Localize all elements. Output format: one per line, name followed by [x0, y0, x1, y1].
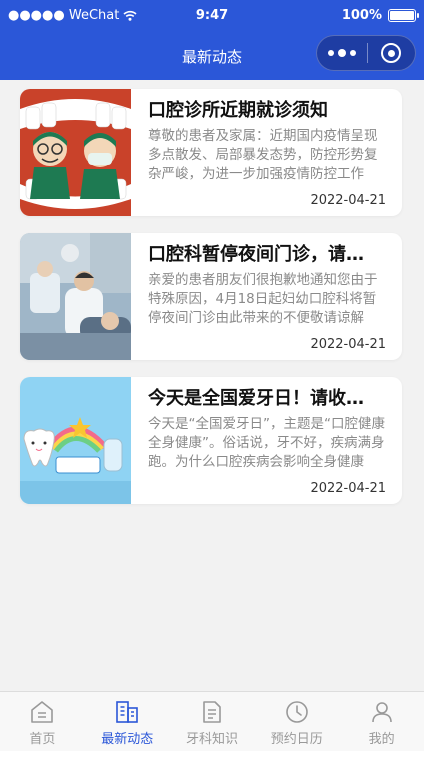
article-date: 2022-04-21: [310, 481, 386, 496]
article-summary: 今天是“全国爱牙日”，主题是“口腔健康 全身健康”。俗话说，牙不好，疾病满身跑。…: [148, 416, 385, 470]
tab-appointment[interactable]: 预约日历: [254, 692, 339, 751]
article-title: 口腔诊所近期就诊须知: [148, 100, 328, 121]
dentist-cartoon-image: [20, 89, 131, 216]
dental-clinic-photo: [20, 233, 131, 360]
home-icon: [31, 701, 54, 723]
tab-mine[interactable]: 我的: [339, 692, 424, 751]
user-icon: [371, 702, 392, 723]
more-menu-icon[interactable]: [317, 35, 367, 71]
tab-label: 最新动态: [101, 732, 154, 747]
battery-icon: [388, 9, 419, 22]
bottom-safe-area: [0, 751, 424, 772]
tooth-day-cartoon: [20, 377, 131, 504]
tab-label: 预约日历: [270, 732, 323, 747]
article-date: 2022-04-21: [310, 337, 386, 352]
article-card[interactable]: 口腔诊所近期就诊须知 尊敬的患者及家属：近期国内疫情呈现多点散发、局部暴发态势，…: [20, 89, 402, 216]
close-miniprogram-icon[interactable]: [367, 35, 415, 71]
status-bar: ●●●●● WeChat 9:47 100%: [0, 0, 424, 30]
document-icon: [203, 701, 221, 723]
tab-label: 首页: [29, 732, 56, 747]
tab-news[interactable]: 最新动态: [85, 692, 170, 751]
battery-percent: 100%: [341, 8, 382, 23]
article-summary: 亲爱的患者朋友们很抱歉地通知您由于特殊原因，4月18日起妇幼口腔科将暂停夜间门诊…: [148, 272, 378, 326]
tab-home[interactable]: 首页: [0, 692, 85, 751]
article-title: 口腔科暂停夜间门诊，请…: [148, 244, 364, 265]
article-summary: 尊敬的患者及家属：近期国内疫情呈现多点散发、局部暴发态势，防控形势复杂严峻，为进…: [148, 128, 378, 182]
article-date: 2022-04-21: [310, 193, 386, 208]
tab-label: 我的: [368, 732, 395, 747]
article-card[interactable]: 今天是全国爱牙日！请收… 今天是“全国爱牙日”，主题是“口腔健康 全身健康”。俗…: [20, 377, 402, 504]
article-title: 今天是全国爱牙日！请收…: [148, 388, 364, 409]
tab-bar: 首页 最新动态 牙科知识 预约日历 我的: [0, 691, 424, 751]
nav-bar: 最新动态: [0, 30, 424, 80]
clock-icon: [285, 701, 308, 723]
building-icon: [116, 701, 138, 723]
mini-program-capsule: [316, 35, 416, 71]
tab-dental-knowledge[interactable]: 牙科知识: [170, 692, 255, 751]
article-card[interactable]: 口腔科暂停夜间门诊，请… 亲爱的患者朋友们很抱歉地通知您由于特殊原因，4月18日…: [20, 233, 402, 360]
tab-label: 牙科知识: [185, 732, 238, 747]
